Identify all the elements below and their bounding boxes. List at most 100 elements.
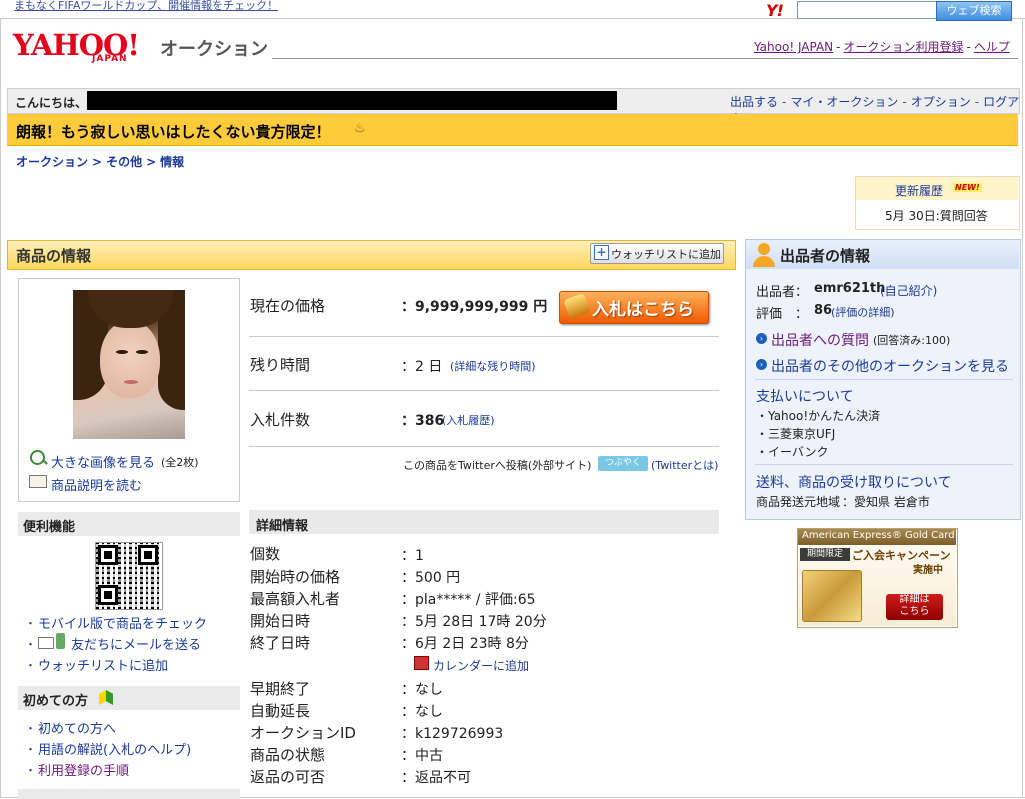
qr-finder <box>98 585 118 605</box>
my-auction-link[interactable]: マイ・オークション <box>790 95 898 109</box>
auction-section-title[interactable]: オークション <box>160 35 268 61</box>
detailed-remaining-time-link[interactable]: (詳細な残り時間) <box>450 358 536 374</box>
beginner-title: 初めての方 <box>23 694 89 709</box>
yahoo-japan-link[interactable]: Yahoo! JAPAN <box>754 40 833 54</box>
divider <box>755 464 1013 465</box>
rating-value[interactable]: 86 <box>814 303 832 318</box>
detail-value: ：500 円 <box>401 570 461 586</box>
gold-card-image <box>802 570 862 622</box>
header-divider <box>272 58 1018 59</box>
detail-label: 最高額入札者 <box>250 590 341 608</box>
header-links: Yahoo! JAPAN - オークション利用登録 - ヘルプ <box>754 40 1010 54</box>
rating-label: 評価 ： <box>756 307 809 322</box>
detail-info-title: 詳細情報 <box>256 519 309 534</box>
sell-link[interactable]: 出品する <box>730 95 778 109</box>
detail-label: 返品の可否 <box>250 768 326 786</box>
self-intro-link[interactable]: (自己紹介) <box>880 282 937 299</box>
new-badge: NEW! <box>953 183 982 192</box>
price-label: 現在の価格 <box>250 297 326 315</box>
beginners-link[interactable]: 初めての方へ <box>38 718 116 737</box>
payment-method: ・三菱東京UFJ <box>756 427 836 441</box>
registration-steps-link[interactable]: 利用登録の手順 <box>38 760 129 779</box>
update-history-link[interactable]: 更新履歴 <box>895 182 943 199</box>
headline-text: 朗報！もう寂しい思いはしたくない貴方限定！ <box>16 123 331 141</box>
detail-label: オークションID <box>250 724 356 742</box>
add-to-calendar-link[interactable]: カレンダーに追加 <box>433 657 529 674</box>
detail-value: ：k129726993 <box>401 726 504 742</box>
twitter-post-text: この商品をTwitterへ投稿(外部サイト) <box>403 459 592 472</box>
detail-value: ：なし <box>401 704 443 720</box>
amex-ad-header-text: American Express® Gold Card <box>802 530 955 541</box>
add-watchlist-label[interactable]: ウォッチリストに追加 <box>611 246 721 262</box>
payment-method: ・Yahoo!かんたん決済 <box>756 409 881 423</box>
detail-value: ：pla***** / 評価:65 <box>401 592 536 608</box>
payment-title-link[interactable]: 支払いについて <box>756 386 854 406</box>
update-history-date: 5月 30日:質問回答 <box>885 209 988 223</box>
mail-friend-link[interactable]: 友だちにメールを送る <box>71 634 201 653</box>
web-search-button[interactable]: ウェブ検索 <box>936 1 1012 21</box>
detail-label: 商品の状態 <box>250 746 326 764</box>
qr-finder <box>138 545 158 565</box>
mobile-check-link[interactable]: モバイル版で商品をチェック <box>38 613 207 632</box>
rating-detail-link[interactable]: (評価の詳細) <box>831 304 895 320</box>
payment-method-label: Yahoo!かんたん決済 <box>768 409 881 423</box>
help-link[interactable]: ヘルプ <box>974 40 1010 54</box>
detail-value: ：中古 <box>401 748 443 764</box>
breadcrumb-auction[interactable]: オークション <box>16 155 88 169</box>
seller-id[interactable]: emr621th <box>814 281 885 296</box>
question-seller-link[interactable]: 出品者への質問 <box>771 330 869 350</box>
magnifier-icon <box>30 450 45 465</box>
item-photo-part <box>124 380 138 384</box>
redacted-username <box>87 91 617 110</box>
breadcrumb-other[interactable]: その他 <box>106 155 142 169</box>
detail-value: ：1 <box>401 548 424 564</box>
detail-value: ：5月 28日 17時 20分 <box>401 614 547 630</box>
item-photo-part <box>100 320 160 398</box>
person-icon <box>758 243 770 255</box>
payment-method-label: 三菱東京UFJ <box>768 427 836 441</box>
remaining-time-label: 残り時間 <box>250 356 311 374</box>
yahoo-y-icon: Y! <box>766 1 784 20</box>
detail-label: 終了日時 <box>250 634 311 652</box>
arrow-right-icon: › <box>756 333 767 344</box>
what-is-twitter-link[interactable]: (Twitterとは) <box>651 457 718 473</box>
greeting-text: こんにちは、 <box>15 96 88 110</box>
bid-count-value: ：386 <box>401 413 445 429</box>
phone-icon <box>56 633 65 649</box>
bid-history-link[interactable]: (入札履歴) <box>442 412 495 428</box>
divider <box>755 379 1013 380</box>
detail-info-header <box>249 510 719 534</box>
top-notice-link[interactable]: まもなくFIFAワールドカップ、開催情報をチェック！ <box>14 0 278 13</box>
ad-button-line1: 詳細は <box>899 594 930 605</box>
ad-details-button[interactable]: 詳細は こちら <box>886 594 943 620</box>
ad-button-line2: こちら <box>899 606 930 617</box>
view-large-image-link[interactable]: 大きな画像を見る <box>51 452 155 471</box>
shipping-info-link[interactable]: 送料、商品の受け取りについて <box>756 472 952 492</box>
mail-icon <box>38 637 54 649</box>
bullet: ・ <box>25 743 36 756</box>
seller-other-auctions-link[interactable]: 出品者のその他のオークションを見る <box>771 356 1009 376</box>
bullet: ・ <box>25 617 36 630</box>
qr-finder <box>98 545 118 565</box>
watchlist-link[interactable]: ウォッチリストに追加 <box>38 655 168 674</box>
breadcrumb-info[interactable]: 情報 <box>160 155 184 169</box>
glossary-link[interactable]: 用語の解説(入札のヘルプ) <box>38 739 191 758</box>
decoration-icon: ♨ <box>354 121 366 136</box>
options-link[interactable]: オプション <box>911 95 971 109</box>
payment-method-label: イーバンク <box>768 445 829 459</box>
detail-label: 開始日時 <box>250 612 311 630</box>
seller-info-title: 出品者の情報 <box>780 247 871 265</box>
convenience-title: 便利機能 <box>23 520 76 535</box>
detail-label: 開始時の価格 <box>250 568 341 586</box>
bullet: ・ <box>25 722 36 735</box>
remaining-time-value: ：2 日 <box>401 359 443 375</box>
detail-value: ：6月 2日 23時 8分 <box>401 636 529 652</box>
read-description-link[interactable]: 商品説明を読む <box>51 475 142 494</box>
breadcrumb: オークション > その他 > 情報 <box>16 155 185 169</box>
web-search-input[interactable] <box>797 1 937 19</box>
bid-button-label[interactable]: 入札はこちら <box>592 295 694 320</box>
arrow-right-icon: › <box>756 359 767 370</box>
divider <box>249 390 719 391</box>
auction-register-link[interactable]: オークション利用登録 <box>843 40 963 54</box>
tweet-button[interactable]: つぶやく <box>598 456 648 471</box>
